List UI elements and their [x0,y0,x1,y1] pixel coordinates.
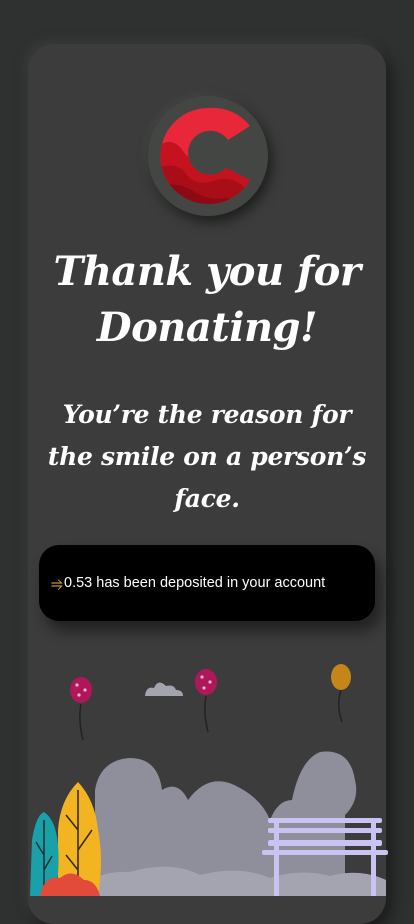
swap-arrow-icon: ⥤ [51,574,64,592]
deposit-message: 0.53 has been deposited in your account [64,575,326,591]
page-subtitle: You’re the reason for the smile on a per… [47,400,367,513]
deposit-notice: ⥤ 0.53 has been deposited in your accoun… [39,545,375,621]
thank-you-card: Thank you for Donating! You’re the reaso… [28,44,386,924]
page-title: Thank you for Donating! [53,248,361,351]
brand-logo [148,96,268,216]
